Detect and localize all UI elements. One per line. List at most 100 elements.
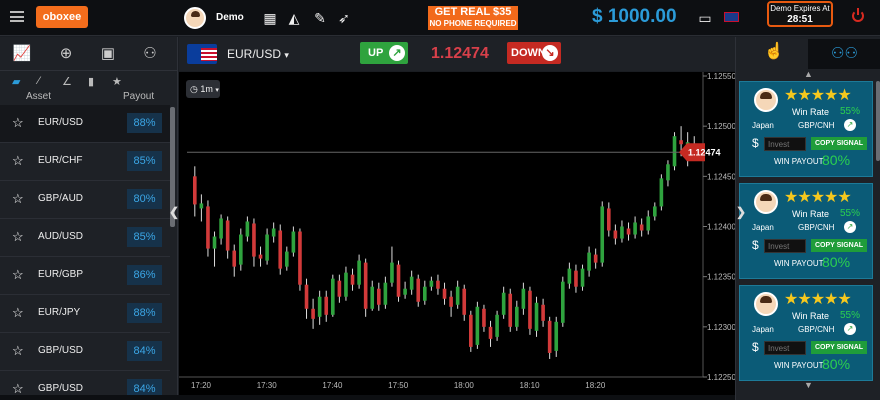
x-tick-label: 17:50: [388, 381, 409, 390]
scroll-up-icon[interactable]: ▲: [804, 69, 813, 79]
collapse-right-icon[interactable]: ❯: [736, 205, 746, 219]
promo-subtitle: NO PHONE REQUIRED: [429, 19, 517, 28]
brush-icon[interactable]: ✎: [312, 10, 328, 26]
asset-payout: 88%: [127, 303, 162, 323]
asset-name: GBP/USD: [38, 383, 84, 394]
candle-down: [193, 176, 197, 205]
rating-stars-icon: ★★★★★: [784, 189, 852, 206]
clock-icon: ◷: [190, 84, 198, 94]
asset-payout: 85%: [127, 227, 162, 247]
candlestick-chart[interactable]: 1.12550 1.12500 1.12450 1.12400 1.12350 1.123…: [179, 72, 735, 395]
candle-up: [475, 306, 480, 345]
asset-row[interactable]: ☆ GBP/USD 84%: [0, 333, 170, 371]
candle-up: [331, 278, 335, 315]
candle-up: [239, 234, 243, 265]
copy-signal-button[interactable]: COPY SIGNAL: [811, 239, 867, 252]
hamburger-menu-icon[interactable]: [10, 11, 24, 22]
chat-icon[interactable]: ▭: [697, 10, 713, 26]
traders-tab-icon[interactable]: ⚇⚇: [808, 39, 880, 69]
y-tick-label: 1.12450: [707, 172, 735, 181]
asset-row[interactable]: ☆ AUD/USD 85%: [0, 219, 170, 257]
candle-down: [225, 220, 230, 251]
collapse-left-icon[interactable]: ❮: [169, 205, 179, 225]
rocket-icon[interactable]: ➶: [336, 10, 352, 26]
win-payout-label: WIN PAYOUT: [774, 361, 824, 370]
invest-input[interactable]: [764, 239, 806, 253]
asset-row[interactable]: ☆ EUR/GBP 86%: [0, 257, 170, 295]
win-payout-value: 80%: [822, 254, 851, 270]
trading-app: oboxee Demo ▦ ◭ ✎ ➶ GET REAL $35 NO PHON…: [0, 0, 880, 400]
promo-banner[interactable]: GET REAL $35 NO PHONE REQUIRED: [428, 6, 518, 30]
users-icon[interactable]: ⚇: [140, 45, 160, 63]
trader-avatar: [754, 292, 778, 316]
promo-title: GET REAL $35: [434, 6, 512, 18]
social-trading-panel: ☝ ⚇⚇ ▲ ★★★★★ Win Rate 55% Japan GBP/CNH ↗ $ COP…: [735, 37, 880, 400]
candle-up: [659, 178, 664, 207]
chart-header: EUR/USD ▾ UP ↗ 1.12474 DOWN ↘: [179, 37, 735, 71]
current-price: 1.12474: [431, 45, 489, 62]
hand-pointer-icon[interactable]: ☝: [754, 41, 794, 67]
arrow-up-icon: ↗: [844, 323, 856, 335]
y-tick-label: 1.12300: [707, 323, 735, 332]
briefcase-icon[interactable]: ▣: [98, 45, 118, 63]
candle-up: [291, 231, 296, 253]
asset-row[interactable]: ☆ EUR/CHF 85%: [0, 143, 170, 181]
timeframe-selector[interactable]: ◷ 1m ▾: [186, 80, 220, 98]
favorites-filter-icon[interactable]: ★: [112, 75, 122, 88]
trader-pair: GBP/CNH: [798, 121, 835, 130]
chart-stats-icon[interactable]: 📈: [12, 45, 32, 63]
asset-row[interactable]: ☆ EUR/USD 88%: [0, 105, 170, 143]
asset-row[interactable]: ☆ GBP/AUD 80%: [0, 181, 170, 219]
asset-selector[interactable]: EUR/USD ▾: [227, 47, 289, 61]
favorite-star-icon[interactable]: ☆: [12, 343, 24, 359]
timeframe-label: 1m: [200, 84, 213, 94]
candle-up: [666, 164, 670, 181]
candle-up: [554, 321, 559, 351]
x-tick-label: 18:00: [454, 381, 475, 390]
down-button[interactable]: DOWN ↘: [507, 42, 561, 64]
candle-up: [587, 252, 591, 271]
user-avatar[interactable]: [184, 7, 206, 29]
favorite-star-icon[interactable]: ☆: [12, 267, 24, 283]
price-chart[interactable]: 1.12550 1.12500 1.12450 1.12400 1.12350 1.123…: [179, 72, 735, 395]
forex-filter-icon[interactable]: ▰: [12, 75, 20, 88]
indices-filter-icon[interactable]: ∠: [62, 75, 72, 88]
win-rate-label: Win Rate: [792, 209, 830, 219]
favorite-star-icon[interactable]: ☆: [12, 305, 24, 321]
trader-list-scrollbar[interactable]: [876, 81, 880, 161]
dollar-icon: $: [752, 238, 759, 252]
asset-row[interactable]: ☆ EUR/JPY 88%: [0, 295, 170, 333]
area-chart-icon[interactable]: ◭: [286, 10, 302, 26]
candle-down: [462, 288, 467, 315]
invest-input[interactable]: [764, 341, 806, 355]
logout-icon[interactable]: [852, 8, 864, 22]
x-tick-label: 17:40: [322, 381, 343, 390]
candle-up: [534, 302, 539, 331]
candle-up: [633, 222, 637, 235]
crosshair-icon[interactable]: ⊕: [56, 45, 76, 63]
chart-background: [179, 72, 735, 395]
trader-card: ★★★★★ Win Rate 55% Japan GBP/CNH ↗ $ COPY SIGNA…: [739, 285, 873, 381]
candle-down: [541, 304, 545, 321]
candle-up: [580, 268, 585, 287]
down-label: DOWN: [511, 47, 546, 59]
copy-signal-button[interactable]: COPY SIGNAL: [811, 341, 867, 354]
logo[interactable]: oboxee: [36, 6, 88, 28]
candle-up: [409, 276, 414, 290]
favorite-star-icon[interactable]: ☆: [12, 191, 24, 207]
favorite-star-icon[interactable]: ☆: [12, 229, 24, 245]
uk-flag-icon[interactable]: [724, 12, 739, 22]
up-button[interactable]: UP ↗: [360, 42, 408, 64]
commodities-filter-icon[interactable]: ▮: [88, 75, 94, 88]
favorite-star-icon[interactable]: ☆: [12, 153, 24, 169]
candle-down: [528, 290, 532, 329]
candle-down: [613, 230, 618, 239]
copy-signal-button[interactable]: COPY SIGNAL: [811, 137, 867, 150]
stocks-filter-icon[interactable]: ⁄: [38, 75, 40, 87]
grid-layout-icon[interactable]: ▦: [262, 10, 278, 26]
invest-input[interactable]: [764, 137, 806, 151]
scroll-down-icon[interactable]: ▼: [804, 380, 813, 390]
favorite-star-icon[interactable]: ☆: [12, 115, 24, 131]
candle-down: [350, 274, 355, 285]
trader-country: Japan: [752, 325, 774, 334]
